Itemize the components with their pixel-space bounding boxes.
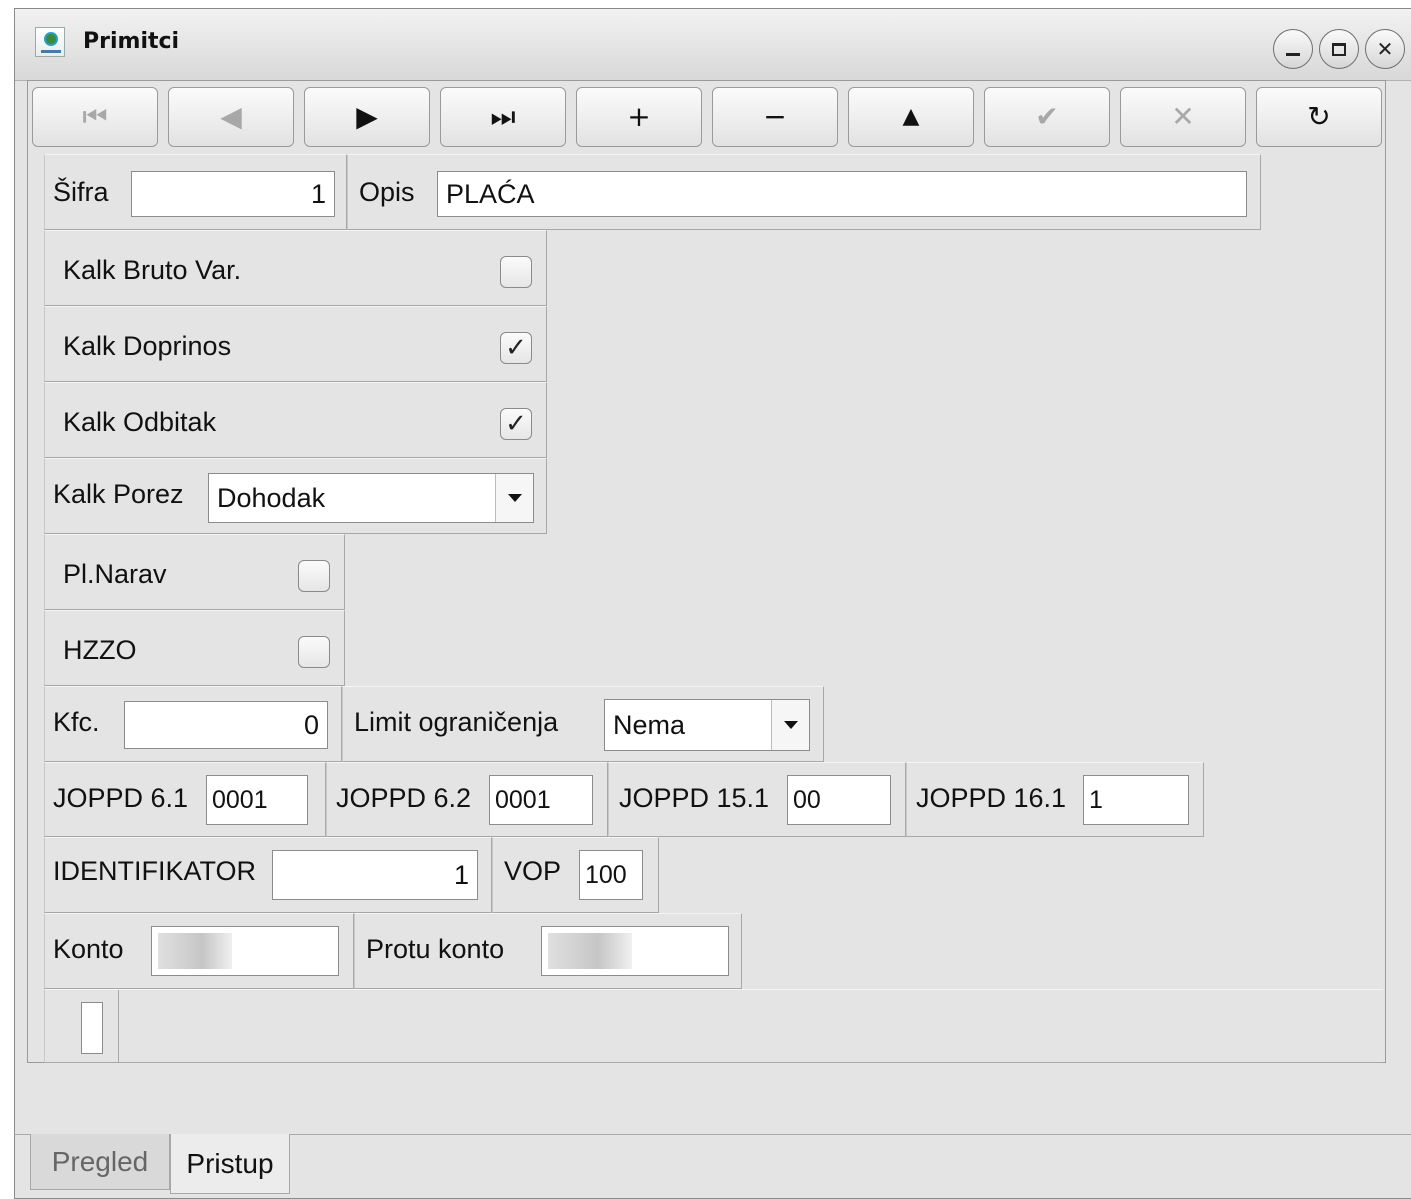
- vop-input[interactable]: 100: [579, 850, 643, 900]
- identifikator-cell: IDENTIFIKATOR 1: [44, 837, 492, 913]
- kalk-doprinos-checkbox[interactable]: ✓: [500, 332, 532, 364]
- protu-konto-input[interactable]: [541, 926, 729, 976]
- maximize-icon: [1332, 42, 1346, 56]
- tab-pristup[interactable]: Pristup: [170, 1134, 290, 1194]
- konto-cell: Konto: [44, 913, 354, 989]
- limit-value: Nema: [613, 709, 686, 740]
- kalk-odbitak-label: Kalk Odbitak: [63, 407, 217, 437]
- maximize-button[interactable]: [1319, 29, 1359, 69]
- app-icon: [35, 27, 65, 57]
- protu-konto-label: Protu konto: [366, 934, 505, 964]
- hzzo-label: HZZO: [63, 635, 137, 665]
- kalk-porez-value: Dohodak: [217, 482, 326, 513]
- hzzo-checkbox[interactable]: [298, 636, 330, 668]
- kalk-porez-label: Kalk Porez: [53, 479, 184, 509]
- limit-select[interactable]: Nema: [604, 699, 810, 751]
- title-bar[interactable]: Primitci ✕: [15, 9, 1411, 81]
- first-record-icon: ⏮: [82, 100, 108, 133]
- joppd-62-input[interactable]: 0001: [489, 775, 593, 825]
- pl-narav-cell: Pl.Narav: [44, 534, 345, 610]
- joppd-161-input[interactable]: 1: [1083, 775, 1189, 825]
- up-triangle-icon: ▲: [902, 104, 920, 129]
- kalk-bruto-var-checkbox[interactable]: [500, 256, 532, 288]
- empty-area: [27, 1063, 1386, 1135]
- edit-record-button[interactable]: ▲: [848, 87, 974, 147]
- add-record-button[interactable]: +: [576, 87, 702, 147]
- opis-input[interactable]: PLAĆA: [437, 171, 1247, 217]
- minimize-icon: [1286, 52, 1300, 56]
- joppd-62-label: JOPPD 6.2: [336, 783, 472, 813]
- joppd-151-cell: JOPPD 15.1 00: [608, 762, 906, 837]
- last-record-button[interactable]: ⏭: [440, 87, 566, 147]
- vop-cell: VOP 100: [492, 837, 659, 913]
- pl-narav-checkbox[interactable]: [298, 560, 330, 592]
- window-title: Primitci: [83, 29, 180, 54]
- redacted-value: [548, 933, 632, 969]
- check-icon: ✓: [505, 409, 527, 439]
- next-record-icon: ▶: [356, 100, 378, 133]
- kfc-input[interactable]: 0: [124, 701, 328, 749]
- previous-record-button[interactable]: ◀: [168, 87, 294, 147]
- hzzo-cell: HZZO: [44, 610, 345, 686]
- opis-label: Opis: [359, 177, 415, 207]
- kalk-porez-cell: Kalk Porez Dohodak: [44, 458, 547, 534]
- close-button[interactable]: ✕: [1365, 29, 1405, 69]
- chevron-down-icon[interactable]: [771, 700, 809, 750]
- kalk-odbitak-cell: Kalk Odbitak ✓: [44, 382, 547, 458]
- sifra-input[interactable]: 1: [131, 171, 335, 217]
- last-record-icon: ⏭: [490, 100, 516, 133]
- pl-narav-label: Pl.Narav: [63, 559, 167, 589]
- protu-konto-cell: Protu konto: [354, 913, 742, 989]
- redacted-value: [158, 933, 232, 969]
- joppd-151-label: JOPPD 15.1: [619, 783, 770, 813]
- extra-row-divider: [118, 990, 119, 1064]
- kalk-bruto-var-cell: Kalk Bruto Var.: [44, 230, 547, 306]
- kalk-porez-select[interactable]: Dohodak: [208, 473, 534, 523]
- navigation-toolbar: ⏮ ◀ ▶ ⏭ + − ▲ ✔ ✕ ↻: [32, 87, 1384, 149]
- cancel-button[interactable]: ✕: [1120, 87, 1246, 147]
- plus-icon: +: [627, 100, 651, 133]
- limit-label: Limit ograničenja: [354, 707, 559, 737]
- kalk-odbitak-checkbox[interactable]: ✓: [500, 408, 532, 440]
- check-icon: ✔: [1035, 100, 1059, 133]
- kfc-cell: Kfc. 0: [44, 686, 342, 762]
- record-form-panel: ⏮ ◀ ▶ ⏭ + − ▲ ✔ ✕ ↻ Šifra 1 Opis PLAĆA K…: [27, 80, 1386, 1064]
- first-record-button[interactable]: ⏮: [32, 87, 158, 147]
- close-icon: ✕: [1376, 37, 1394, 61]
- konto-input[interactable]: [151, 926, 339, 976]
- previous-record-icon: ◀: [220, 100, 242, 133]
- sifra-label: Šifra: [53, 177, 109, 207]
- joppd-61-label: JOPPD 6.1: [53, 783, 189, 813]
- kalk-doprinos-cell: Kalk Doprinos ✓: [44, 306, 547, 382]
- joppd-61-cell: JOPPD 6.1 0001: [44, 762, 326, 837]
- vop-label: VOP: [504, 856, 562, 886]
- joppd-61-input[interactable]: 0001: [206, 775, 308, 825]
- extra-row-cell: [44, 989, 1383, 1064]
- refresh-icon: ↻: [1307, 100, 1331, 133]
- limit-cell: Limit ograničenja Nema: [342, 686, 824, 762]
- check-icon: ✓: [505, 333, 527, 363]
- minus-icon: −: [763, 100, 787, 133]
- chevron-down-icon[interactable]: [495, 474, 533, 522]
- minimize-button[interactable]: [1273, 29, 1313, 69]
- kfc-label: Kfc.: [53, 707, 100, 737]
- joppd-161-label: JOPPD 16.1: [916, 783, 1067, 813]
- joppd-161-cell: JOPPD 16.1 1: [906, 762, 1204, 837]
- tab-pregled[interactable]: Pregled: [30, 1134, 170, 1190]
- delete-record-button[interactable]: −: [712, 87, 838, 147]
- extra-input[interactable]: [81, 1002, 103, 1054]
- refresh-button[interactable]: ↻: [1256, 87, 1382, 147]
- sifra-cell: Šifra 1: [44, 154, 347, 230]
- kalk-bruto-var-label: Kalk Bruto Var.: [63, 255, 242, 285]
- konto-label: Konto: [53, 934, 124, 964]
- identifikator-label: IDENTIFIKATOR: [53, 856, 257, 886]
- kalk-doprinos-label: Kalk Doprinos: [63, 331, 232, 361]
- joppd-62-cell: JOPPD 6.2 0001: [326, 762, 608, 837]
- next-record-button[interactable]: ▶: [304, 87, 430, 147]
- identifikator-input[interactable]: 1: [272, 850, 478, 900]
- confirm-button[interactable]: ✔: [984, 87, 1110, 147]
- cancel-x-icon: ✕: [1171, 100, 1195, 133]
- opis-cell: Opis PLAĆA: [347, 154, 1261, 230]
- joppd-151-input[interactable]: 00: [787, 775, 891, 825]
